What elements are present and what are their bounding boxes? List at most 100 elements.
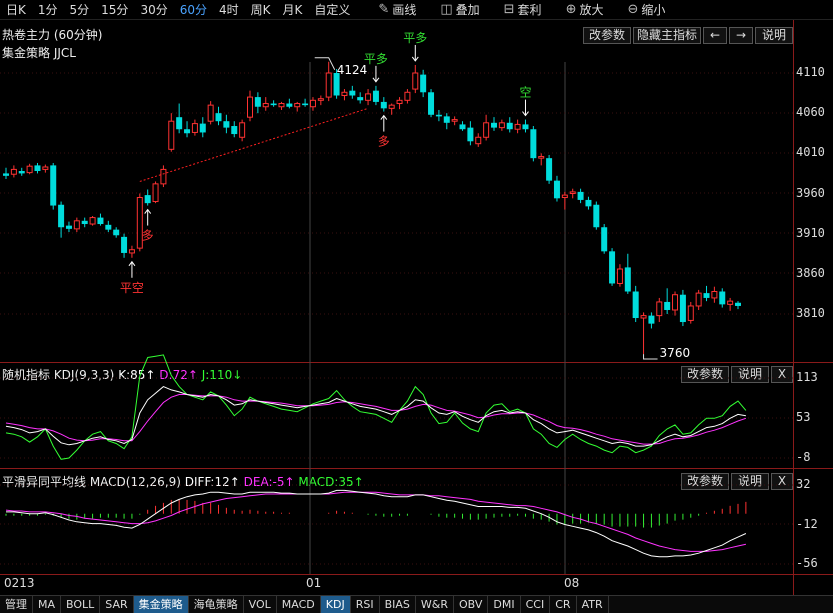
candle-body — [247, 96, 253, 118]
kdj-j-value: J:110↓ — [201, 368, 243, 382]
candle-body — [262, 103, 269, 108]
candle-body — [609, 251, 616, 284]
candle-body — [254, 97, 261, 107]
candle-body — [735, 302, 741, 306]
tool-zoom-out-button[interactable]: ⊖ 缩小 — [619, 1, 673, 18]
tab-11[interactable]: W&R — [416, 596, 454, 613]
candle-body — [325, 72, 332, 98]
kdj-change-params-button[interactable]: 改参数 — [681, 366, 729, 383]
tab-12[interactable]: OBV — [454, 596, 489, 613]
macd-help-button[interactable]: 说明 — [731, 473, 769, 490]
candle-body — [42, 166, 49, 170]
indicator-tabs: 管理 MA BOLL SAR 集金策略 海龟策略 VOL MACD KDJ RSI BIAS W&R O… — [0, 595, 833, 613]
signal-label: 平多 — [364, 52, 388, 66]
tab-6[interactable]: VOL — [244, 596, 277, 613]
kdj-help-button[interactable]: 说明 — [731, 366, 769, 383]
stack-icon: ◫ — [440, 2, 453, 17]
tab-16[interactable]: ATR — [577, 596, 609, 613]
candle-body — [380, 101, 387, 109]
kdj-title: 随机指标 KDJ(9,3,3) — [2, 368, 115, 382]
candle-body — [420, 74, 427, 93]
tool-label: 套利 — [517, 3, 542, 17]
period-toolbar: 日K 1分 5分 15分 30分 60分 4时 周K 月K 自定义 ✎ 画线 ◫ 叠加 ⊟ 套利 ⊕ 放大 ⊖ 缩小 — [0, 0, 833, 20]
candle-body — [506, 122, 513, 130]
tab-4[interactable]: 集金策略 — [133, 596, 189, 613]
prev-arrow-button[interactable]: ← — [703, 27, 727, 44]
tab-2[interactable]: BOLL — [61, 596, 101, 613]
macd-y-tick: -56 — [796, 556, 818, 570]
signal-label: 空 — [519, 86, 531, 100]
tab-13[interactable]: DMI — [488, 596, 521, 613]
macd-change-params-button[interactable]: 改参数 — [681, 473, 729, 490]
period-3[interactable]: 15分 — [95, 1, 134, 18]
hide-main-indicator-button[interactable]: 隐藏主指标 — [633, 27, 701, 44]
tool-label: 画线 — [392, 3, 417, 17]
period-2[interactable]: 5分 — [64, 1, 96, 18]
period-0[interactable]: 日K — [0, 1, 32, 18]
macd-y-tick: 32 — [796, 477, 811, 491]
candle-body — [113, 229, 120, 236]
macd-diff-value: DIFF:12↑ — [184, 475, 240, 489]
candle-body — [467, 127, 474, 142]
macd-close-button[interactable]: X — [771, 473, 793, 490]
tool-stack-button[interactable]: ◫ 叠加 — [432, 1, 487, 18]
tool-label: 放大 — [579, 3, 604, 17]
tool-zoom-in-button[interactable]: ⊕ 放大 — [558, 1, 612, 18]
tab-7[interactable]: MACD — [277, 596, 321, 613]
tab-8[interactable]: KDJ — [320, 596, 351, 613]
macd-diff-line — [6, 489, 747, 558]
zoom-in-icon: ⊕ — [565, 2, 577, 17]
candle-body — [388, 104, 395, 109]
candle-body — [491, 122, 497, 128]
candle-body — [577, 191, 584, 200]
main-y-tick: 4060 — [796, 105, 825, 120]
candle-body — [687, 305, 694, 321]
candle-body — [341, 91, 348, 96]
kdj-y-tick: -8 — [796, 450, 811, 464]
signal-arrowhead — [128, 260, 136, 267]
period-7[interactable]: 周K — [245, 1, 277, 18]
tab-10[interactable]: BIAS — [380, 596, 416, 613]
tab-9[interactable]: RSI — [351, 596, 380, 613]
candle-body — [616, 268, 623, 284]
signal-arrowhead — [411, 56, 419, 62]
candle-body — [428, 92, 435, 115]
kdj-d-value: D:72↑ — [159, 368, 198, 382]
period-6[interactable]: 4时 — [213, 1, 245, 18]
candle-body — [26, 165, 33, 174]
tool-label: 缩小 — [641, 3, 666, 17]
tab-15[interactable]: CR — [550, 596, 577, 613]
candle-body — [349, 90, 356, 96]
candle-body — [483, 122, 490, 138]
tool-pencil-button[interactable]: ✎ 画线 — [370, 1, 424, 18]
period-1[interactable]: 1分 — [32, 1, 64, 18]
main-y-tick: 3910 — [796, 225, 825, 240]
change-params-button[interactable]: 改参数 — [583, 27, 631, 44]
candle-body — [372, 90, 379, 102]
candle-body — [601, 227, 608, 252]
period-8[interactable]: 月K — [277, 1, 309, 18]
main-y-tick: 3860 — [796, 265, 825, 280]
candle-body — [128, 249, 135, 254]
period-5[interactable]: 60分 — [174, 1, 213, 18]
tool-arbitrage-button[interactable]: ⊟ 套利 — [496, 1, 550, 18]
signal-label: 多 — [142, 229, 154, 243]
candle-body — [207, 104, 214, 122]
signal-label: 多 — [378, 135, 390, 149]
candle-body — [451, 119, 458, 122]
tab-0[interactable]: 管理 — [0, 596, 33, 613]
x-label-08: 08 — [564, 576, 580, 590]
next-arrow-button[interactable]: → — [729, 27, 753, 44]
tab-1[interactable]: MA — [33, 596, 62, 613]
tab-14[interactable]: CCI — [521, 596, 551, 613]
period-9[interactable]: 自定义 — [308, 1, 356, 18]
candle-body — [695, 292, 702, 307]
tab-3[interactable]: SAR — [100, 596, 134, 613]
period-4[interactable]: 30分 — [134, 1, 173, 18]
help-button[interactable]: 说明 — [755, 27, 793, 44]
candle-body — [136, 197, 143, 249]
kdj-close-button[interactable]: X — [771, 366, 793, 383]
tab-5[interactable]: 海龟策略 — [189, 596, 244, 613]
candle-body — [3, 173, 9, 176]
candle-body — [239, 122, 246, 138]
